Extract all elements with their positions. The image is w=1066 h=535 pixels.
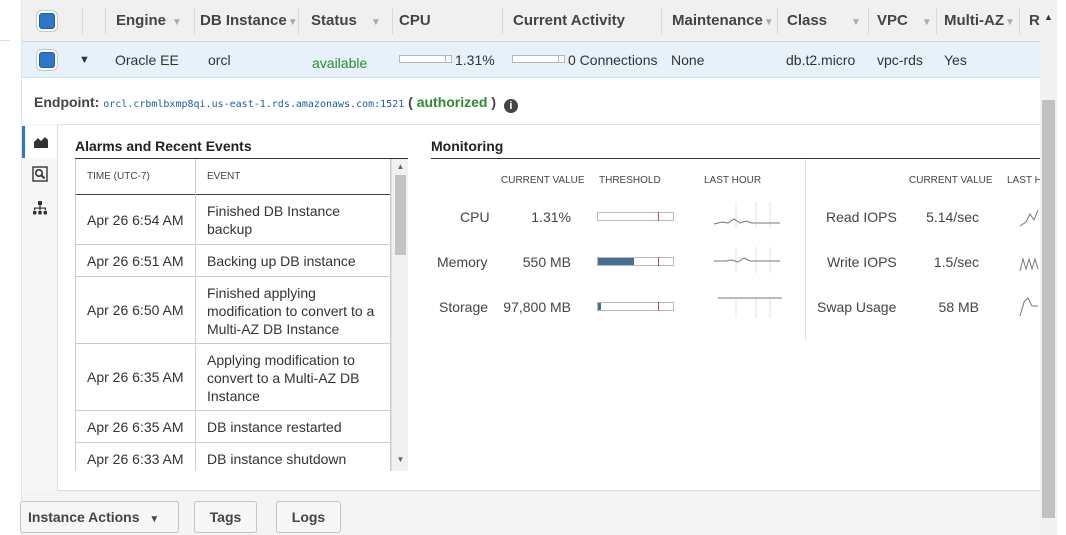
metric-label-storage[interactable]: Storage — [439, 299, 488, 315]
metric-value-write-iops: 1.5/sec — [933, 254, 979, 270]
cpu-value: 1.31% — [455, 52, 495, 68]
row-checkbox[interactable] — [39, 52, 55, 68]
column-header-vpc[interactable]: VPC ▼ — [877, 0, 932, 42]
tags-button[interactable]: Tags — [194, 501, 257, 533]
endpoint-address[interactable]: orcl.crbmlbxmp8qi.us-east-1.rds.amazonaw… — [103, 99, 404, 110]
multi-az-value: Yes — [944, 52, 967, 68]
sort-caret-icon: ▼ — [370, 17, 381, 28]
threshold-fill-storage — [598, 303, 601, 310]
sort-caret-icon: ▼ — [921, 17, 932, 28]
metric-value-swap-usage: 58 MB — [938, 299, 979, 315]
area-chart-icon — [34, 137, 48, 148]
column-header-r[interactable]: R — [1029, 0, 1040, 42]
select-all-checkbox[interactable] — [39, 13, 55, 29]
monitoring-col-current-right: CURRENT VALUE — [909, 175, 993, 186]
detail-tabs — [22, 124, 58, 491]
endpoint-line: Endpoint: orcl.crbmlbxmp8qi.us-east-1.rd… — [34, 94, 518, 113]
info-icon[interactable]: i — [503, 99, 518, 113]
metric-value-read-iops: 5.14/sec — [926, 209, 979, 225]
tab-monitoring[interactable] — [22, 126, 57, 158]
monitoring-col-last-hour-right: LAST H — [1007, 175, 1042, 186]
column-header-maintenance[interactable]: Maintenance▼ — [672, 0, 774, 42]
metric-label-memory[interactable]: Memory — [437, 254, 488, 270]
sparkline-cpu[interactable] — [712, 202, 782, 228]
actions-bar: Instance Actions ▼ Tags Logs — [20, 491, 1040, 535]
metric-label-read-iops[interactable]: Read IOPS — [826, 209, 897, 225]
event-row: Apr 26 6:50 AM Finished applying modific… — [76, 278, 390, 344]
events-table: TIME (UTC-7) EVENT Apr 26 6:54 AM Finish… — [75, 159, 391, 471]
scroll-up-arrow-icon[interactable]: ▲ — [1040, 12, 1057, 22]
endpoint-label: Endpoint: — [34, 94, 100, 110]
metric-label-write-iops[interactable]: Write IOPS — [827, 254, 897, 270]
column-header-current-activity[interactable]: Current Activity — [513, 0, 625, 42]
monitoring-col-current: CURRENT VALUE — [501, 175, 585, 186]
metric-label-cpu[interactable]: CPU — [460, 209, 490, 225]
db-instance-value[interactable]: orcl — [208, 42, 231, 78]
column-header-status[interactable]: Status ▼ — [311, 0, 381, 42]
engine-value: Oracle EE — [115, 52, 179, 68]
maintenance-value: None — [671, 52, 705, 68]
sparkline-swap-usage[interactable] — [1018, 292, 1040, 318]
column-header-multi-az[interactable]: Multi-AZ▼ — [944, 0, 1015, 42]
event-row: Apr 26 6:35 AM DB instance restarted — [76, 412, 390, 443]
event-row: Apr 26 6:54 AM Finished DB Instance back… — [76, 196, 390, 245]
monitoring-col-last-hour: LAST HOUR — [704, 175, 762, 186]
sparkline-memory[interactable] — [712, 247, 782, 273]
monitoring-title: Monitoring — [431, 138, 504, 154]
event-row: Apr 26 6:35 AM Applying modification to … — [76, 345, 390, 411]
threshold-bar-memory — [597, 257, 674, 266]
sparkline-write-iops[interactable] — [1018, 247, 1040, 273]
logs-button[interactable]: Logs — [276, 501, 341, 533]
page-scroll-thumb[interactable] — [1042, 100, 1055, 518]
instance-detail-panel: Endpoint: orcl.crbmlbxmp8qi.us-east-1.rd… — [22, 78, 1042, 491]
sort-caret-icon: ▼ — [172, 17, 182, 28]
activity-mini-bar — [512, 55, 565, 63]
events-col-event: EVENT — [207, 171, 241, 182]
metric-value-memory: 550 MB — [522, 254, 571, 270]
column-header-cpu[interactable]: CPU — [399, 0, 431, 42]
instance-actions-button[interactable]: Instance Actions ▼ — [20, 501, 179, 533]
magnifier-icon — [31, 166, 48, 182]
hierarchy-icon — [32, 201, 47, 215]
expand-caret-icon[interactable]: ▼ — [79, 42, 90, 78]
instances-table-header: Engine ▼ DB Instance▼ Status ▼ CPU Current… — [22, 0, 1040, 42]
scroll-down-arrow-icon[interactable]: ▼ — [392, 455, 409, 464]
vpc-value[interactable]: vpc-rds — [877, 42, 923, 78]
sparkline-read-iops[interactable] — [1018, 202, 1040, 228]
metric-value-storage: 97,800 MB — [503, 299, 571, 315]
tab-topology[interactable] — [22, 192, 57, 224]
chevron-down-icon: ▼ — [149, 514, 160, 525]
sort-caret-icon: ▼ — [851, 17, 861, 28]
metric-label-swap-usage[interactable]: Swap Usage — [817, 299, 896, 315]
monitoring-col-threshold: THRESHOLD — [599, 175, 661, 186]
instance-row[interactable]: ▼ Oracle EE orcl available 1.31% 0 Conne… — [22, 42, 1040, 78]
threshold-bar-cpu — [597, 212, 674, 221]
sort-caret-icon: ▼ — [1004, 17, 1015, 28]
column-header-class[interactable]: Class ▼ — [787, 0, 861, 42]
threshold-fill-memory — [598, 258, 634, 265]
activity-value: 0 Connections — [568, 52, 658, 68]
sort-caret-icon: ▼ — [287, 17, 298, 28]
tab-details[interactable] — [22, 158, 57, 190]
threshold-bar-storage — [597, 302, 674, 311]
left-frame-edge — [0, 0, 22, 535]
column-header-engine[interactable]: Engine ▼ — [116, 0, 182, 42]
sparkline-storage[interactable] — [712, 292, 782, 318]
sort-caret-icon: ▼ — [763, 17, 774, 28]
events-scroll-thumb[interactable] — [395, 175, 406, 255]
events-scrollbar[interactable]: ▲ ▼ — [391, 159, 408, 471]
status-value: available — [312, 55, 368, 71]
endpoint-authorized[interactable]: authorized — [417, 94, 488, 110]
event-row: Apr 26 6:51 AM Backing up DB instance — [76, 246, 390, 277]
column-header-db-instance[interactable]: DB Instance▼ — [200, 0, 298, 42]
metric-value-cpu: 1.31% — [531, 209, 571, 225]
events-col-time: TIME (UTC-7) — [87, 171, 150, 182]
scroll-up-arrow-icon[interactable]: ▲ — [392, 162, 409, 171]
cpu-mini-bar — [399, 55, 452, 63]
event-row: Apr 26 6:33 AM DB instance shutdown — [76, 444, 390, 471]
alarms-title: Alarms and Recent Events — [75, 138, 252, 154]
class-value: db.t2.micro — [786, 52, 856, 68]
page-scrollbar[interactable]: ▲ — [1040, 0, 1057, 535]
